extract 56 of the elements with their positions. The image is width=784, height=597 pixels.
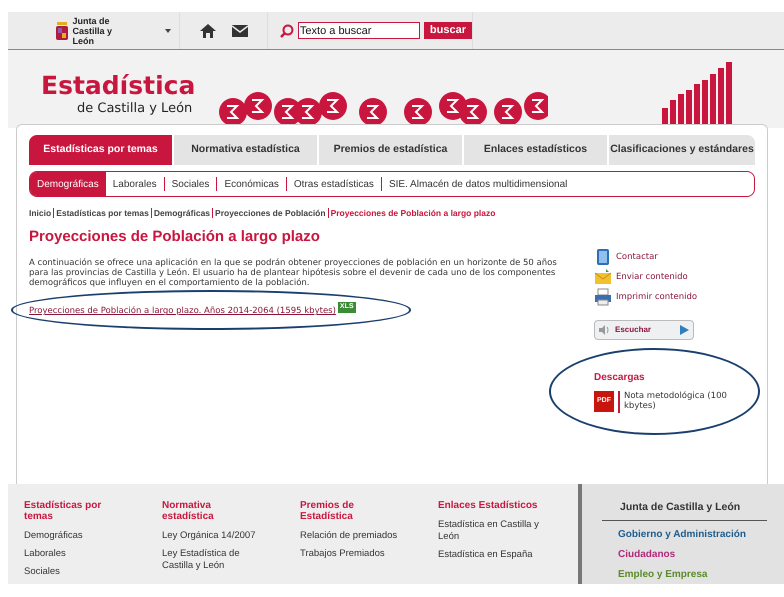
- nav-tab[interactable]: Clasificaciones y estándares: [609, 135, 755, 165]
- subnav-tab[interactable]: Sociales: [164, 176, 216, 192]
- footer-link[interactable]: Ley Estadística de Castilla y León: [162, 548, 272, 572]
- subnav-tab[interactable]: Económicas: [217, 176, 286, 192]
- subnav-tab[interactable]: SIE. Almacén de datos multidimensional: [382, 176, 574, 192]
- listen-button[interactable]: Escuchar: [594, 320, 694, 340]
- printer-icon: [594, 288, 612, 306]
- nav-tab[interactable]: Estadísticas por temas: [29, 135, 172, 165]
- search-field[interactable]: Texto a buscar: [298, 22, 420, 39]
- intro-paragraph: A continuación se ofrece una aplicación en la que se podrán obtener proyecciones de población en un horizonte de 50 años para las provincias de Castilla y León. El usuario ha de plantear hipótesis sobre el devenir de cada uno de los componentes demográficos que influyen en el comportamiento de la población.: [29, 258, 558, 288]
- nav-tab[interactable]: Premios de estadística: [319, 135, 462, 165]
- footer-link[interactable]: Estadística en Castilla y León: [438, 519, 548, 543]
- footer-heading: Estadísticas por temas: [24, 500, 102, 522]
- footer-side-link[interactable]: Gobierno y Administración: [618, 526, 784, 542]
- envelope-icon: [594, 268, 612, 286]
- footer-link[interactable]: Estadística en España: [438, 549, 548, 561]
- action-link[interactable]: Enviar contenido: [616, 270, 688, 284]
- footer-link[interactable]: Laborales: [24, 548, 134, 560]
- mail-icon[interactable]: [232, 24, 248, 36]
- download-link[interactable]: Proyecciones de Población a largo plazo. Años 2014-2064 (1595 kbytes): [29, 305, 336, 318]
- nav-tab[interactable]: Enlaces estadísticos: [464, 135, 607, 165]
- site-subtitle: de Castilla y León: [76, 100, 194, 118]
- play-icon: [680, 325, 689, 336]
- logo-text[interactable]: Junta de Castilla y León: [72, 16, 132, 46]
- footer-heading: Enlaces Estadísticos: [438, 500, 538, 511]
- breadcrumb-link[interactable]: Proyecciones de Población a largo plazo: [330, 207, 496, 220]
- breadcrumb-link[interactable]: Estadísticas por temas: [56, 207, 149, 220]
- breadcrumb-link[interactable]: Demográficas: [154, 207, 210, 220]
- footer-heading: Normativa estadística: [162, 500, 215, 522]
- subnav-tab[interactable]: Laborales: [106, 176, 164, 192]
- home-icon[interactable]: [200, 24, 216, 38]
- footer-side-link[interactable]: Ciudadanos: [618, 546, 784, 562]
- footer-link[interactable]: Ley Orgánica 14/2007: [162, 530, 272, 542]
- footer-heading: Premios de Estadística: [300, 500, 355, 522]
- site-title: Estadística: [41, 72, 196, 98]
- downloads-title: Descargas: [594, 371, 645, 386]
- speaker-icon: [599, 325, 611, 336]
- caret-icon[interactable]: [165, 28, 171, 32]
- footer-link[interactable]: Relación de premiados: [300, 530, 410, 542]
- coat-of-arms-icon: [54, 20, 68, 42]
- page-title: Proyecciones de Población a largo plazo: [29, 226, 321, 247]
- action-link[interactable]: Contactar: [616, 250, 658, 264]
- nav-tab[interactable]: Normativa estadística: [174, 135, 317, 165]
- address-book-icon: [594, 248, 612, 266]
- subnav-tab[interactable]: Demográficas: [30, 172, 106, 196]
- breadcrumb-link[interactable]: Inicio: [29, 207, 52, 220]
- footer-side-title: Junta de Castilla y León: [602, 500, 767, 521]
- footer-link[interactable]: Sociales: [24, 566, 134, 578]
- action-link[interactable]: Imprimir contenido: [616, 290, 698, 304]
- search-button[interactable]: buscar: [424, 22, 472, 39]
- footer-link[interactable]: Demográficas: [24, 530, 134, 542]
- search-icon: [280, 24, 294, 38]
- footer-link[interactable]: Trabajos Premiados: [300, 548, 410, 560]
- breadcrumb-link[interactable]: Proyecciones de Población: [215, 207, 326, 220]
- download-item-label[interactable]: Nota metodológica (100 kbytes): [624, 391, 734, 412]
- subnav-tab[interactable]: Otras estadísticas: [286, 176, 381, 192]
